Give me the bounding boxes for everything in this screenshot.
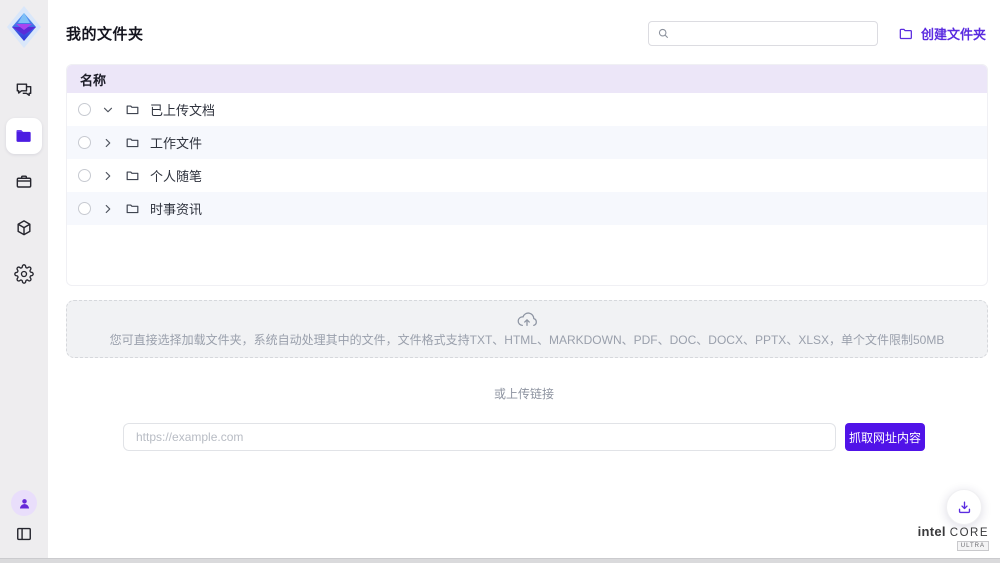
app-logo-icon xyxy=(5,6,43,48)
table-header: 名称 xyxy=(67,65,987,93)
folder-table: 名称 已上传文档 工作文件 xyxy=(66,64,988,286)
folder-name: 已上传文档 xyxy=(150,100,215,119)
intel-logo-text: intel xyxy=(918,524,946,539)
row-checkbox[interactable] xyxy=(78,202,91,215)
create-folder-button[interactable]: 创建文件夹 xyxy=(896,20,988,47)
sidebar xyxy=(0,0,48,558)
fetch-url-button[interactable]: 抓取网址内容 xyxy=(845,423,925,451)
briefcase-icon xyxy=(14,172,34,192)
sidebar-bottom xyxy=(11,490,37,558)
table-row[interactable]: 工作文件 xyxy=(67,126,987,159)
row-checkbox[interactable] xyxy=(78,136,91,149)
app-window: 我的文件夹 创建文件夹 名称 xyxy=(0,0,1000,563)
sidebar-nav xyxy=(6,72,42,292)
folder-name: 工作文件 xyxy=(150,133,202,152)
sidebar-item-workspace[interactable] xyxy=(6,164,42,200)
table-row[interactable]: 时事资讯 xyxy=(67,192,987,225)
or-upload-link-label: 或上传链接 xyxy=(48,385,1000,402)
cube-icon xyxy=(14,218,34,238)
table-row[interactable]: 已上传文档 xyxy=(67,93,987,126)
folder-name: 时事资讯 xyxy=(150,199,202,218)
topbar: 我的文件夹 创建文件夹 xyxy=(48,0,1000,47)
upload-hint: 您可直接选择加载文件夹，系统自动处理其中的文件，文件格式支持TXT、HTML、M… xyxy=(110,331,945,348)
upload-dropzone[interactable]: 您可直接选择加载文件夹，系统自动处理其中的文件，文件格式支持TXT、HTML、M… xyxy=(66,300,988,358)
sidebar-item-models[interactable] xyxy=(6,210,42,246)
panel-toggle-button[interactable] xyxy=(14,524,34,544)
sidebar-item-settings[interactable] xyxy=(6,256,42,292)
user-avatar[interactable] xyxy=(11,490,37,516)
folder-icon xyxy=(125,102,140,117)
gear-icon xyxy=(14,264,34,284)
url-input[interactable] xyxy=(123,423,836,451)
folder-icon xyxy=(14,126,34,146)
chevron-right-icon[interactable] xyxy=(101,136,115,150)
folder-icon xyxy=(125,201,140,216)
search-box[interactable] xyxy=(648,21,878,46)
name-column-header: 名称 xyxy=(80,70,106,89)
core-logo-text: core xyxy=(950,527,989,539)
row-checkbox[interactable] xyxy=(78,169,91,182)
download-button[interactable] xyxy=(946,489,982,525)
folder-name: 个人随笔 xyxy=(150,166,202,185)
folder-icon xyxy=(125,135,140,150)
folder-icon xyxy=(125,168,140,183)
url-upload-row: 抓取网址内容 xyxy=(123,423,925,451)
chevron-down-icon[interactable] xyxy=(101,103,115,117)
sidebar-item-folders[interactable] xyxy=(6,118,42,154)
table-row[interactable]: 个人随笔 xyxy=(67,159,987,192)
intel-core-ultra-logo: intel core ultra xyxy=(918,525,989,552)
search-icon xyxy=(657,27,670,40)
panel-toggle-icon xyxy=(14,524,34,544)
chevron-right-icon[interactable] xyxy=(101,202,115,216)
search-input[interactable] xyxy=(676,27,869,41)
page-title: 我的文件夹 xyxy=(66,23,144,44)
sidebar-item-chat[interactable] xyxy=(6,72,42,108)
chevron-right-icon[interactable] xyxy=(101,169,115,183)
ultra-badge: ultra xyxy=(957,541,989,551)
download-icon xyxy=(956,499,973,516)
window-bottom-edge xyxy=(0,558,1000,563)
main-content: 我的文件夹 创建文件夹 名称 xyxy=(48,0,1000,558)
chat-icon xyxy=(14,80,34,100)
create-folder-icon xyxy=(898,26,914,42)
cloud-upload-icon xyxy=(516,310,538,328)
row-checkbox[interactable] xyxy=(78,103,91,116)
create-folder-label: 创建文件夹 xyxy=(921,24,986,43)
user-avatar-icon xyxy=(17,496,32,511)
